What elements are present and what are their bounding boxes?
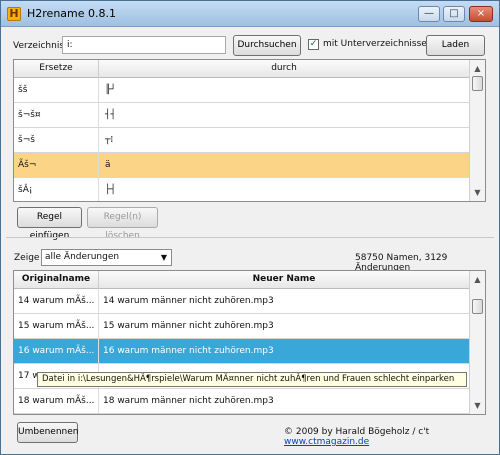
file-row-selected[interactable]: 16 warum mÃš... 16 warum männer nicht zu… <box>14 339 470 364</box>
rule-row-selected[interactable]: Ãš¬ ä <box>14 153 470 178</box>
replace-column-header: Ersetze <box>14 60 99 78</box>
scroll-down-icon[interactable]: ▼ <box>470 398 485 413</box>
application-window: H H2rename 0.8.1 — □ × Verzeichnis i: Du… <box>0 0 500 455</box>
copyright-text: © 2009 by Harald Bögeholz / c't www.ctma… <box>284 427 499 447</box>
scroll-up-icon[interactable]: ▲ <box>470 61 485 76</box>
rule-replacement-cell[interactable]: ├┤ <box>99 178 470 201</box>
rule-replacement-cell[interactable]: ┬⁞ <box>99 128 470 152</box>
subdirectories-checkbox[interactable]: ✓ <box>308 39 319 50</box>
scroll-down-icon[interactable]: ▼ <box>470 185 485 200</box>
rule-row[interactable]: šÂ¡ ├┤ <box>14 178 470 201</box>
rules-header: Ersetze durch <box>14 60 470 78</box>
file-preview-grid: Originalname Neuer Name 14 warum mÃš... … <box>13 270 486 415</box>
files-scroll-thumb[interactable] <box>472 299 483 314</box>
file-row[interactable]: 15 warum mÃš... 15 warum männer nicht zu… <box>14 314 470 339</box>
ctmagazin-link[interactable]: www.ctmagazin.de <box>284 437 369 447</box>
file-row[interactable]: 18 warum mÃš... 18 warum männer nicht zu… <box>14 389 470 414</box>
new-name-column-header: Neuer Name <box>99 271 470 289</box>
rename-button[interactable]: Umbenennen <box>17 422 79 443</box>
insert-rule-button[interactable]: Regel einfügen <box>17 207 82 241</box>
section-divider <box>6 237 494 238</box>
scroll-up-icon[interactable]: ▲ <box>470 272 485 287</box>
original-filename-cell[interactable]: 15 warum mÃš... <box>14 314 99 338</box>
original-filename-cell[interactable]: 14 warum mÃš... <box>14 289 99 313</box>
original-name-column-header: Originalname <box>14 271 99 289</box>
close-button[interactable]: × <box>469 6 493 22</box>
new-filename-cell[interactable]: 14 warum männer nicht zuhören.mp3 <box>99 289 470 313</box>
file-row[interactable]: 14 warum mÃš... 14 warum männer nicht zu… <box>14 289 470 314</box>
rule-original-cell[interactable]: šÂ¡ <box>14 178 99 201</box>
change-filter-select[interactable]: alle Änderungen ▼ <box>41 249 172 266</box>
original-filename-cell[interactable]: 18 warum mÃš... <box>14 389 99 413</box>
directory-label: Verzeichnis <box>13 41 65 51</box>
subdirectories-label: mit Unterverzeichnissen <box>323 39 433 49</box>
replacement-rules-grid: Ersetze durch šš ╟┘ š¬š¤ ┤┤ š¬š ┬⁞ Ãš¬ ä… <box>13 59 486 202</box>
rule-row[interactable]: š¬š ┬⁞ <box>14 128 470 153</box>
delete-rules-button[interactable]: Regel(n) löschen <box>87 207 158 241</box>
rule-row[interactable]: šš ╟┘ <box>14 78 470 103</box>
chevron-down-icon: ▼ <box>160 253 167 262</box>
change-filter-value: alle Änderungen <box>45 252 120 262</box>
new-filename-cell[interactable]: 18 warum männer nicht zuhören.mp3 <box>99 389 470 413</box>
with-column-header: durch <box>99 60 470 78</box>
rule-original-cell[interactable]: š¬š¤ <box>14 103 99 127</box>
rule-original-cell[interactable]: Ãš¬ <box>14 153 99 177</box>
rule-original-cell[interactable]: š¬š <box>14 128 99 152</box>
new-filename-cell[interactable]: 16 warum männer nicht zuhören.mp3 <box>99 339 470 363</box>
load-button[interactable]: Laden <box>426 35 485 56</box>
rule-original-cell[interactable]: šš <box>14 78 99 102</box>
rules-scroll-thumb[interactable] <box>472 76 483 91</box>
files-scrollbar[interactable]: ▲ ▼ <box>469 271 485 414</box>
original-filename-cell[interactable]: 16 warum mÃš... <box>14 339 99 363</box>
new-filename-cell[interactable]: 15 warum männer nicht zuhören.mp3 <box>99 314 470 338</box>
maximize-button[interactable]: □ <box>443 6 465 22</box>
rules-scrollbar[interactable]: ▲ ▼ <box>469 60 485 201</box>
minimize-button[interactable]: — <box>418 6 440 22</box>
directory-input[interactable]: i: <box>62 36 226 54</box>
rule-replacement-cell[interactable]: ╟┘ <box>99 78 470 102</box>
app-icon: H <box>7 7 21 21</box>
filter-label: Zeige <box>14 253 40 263</box>
title-bar: H H2rename 0.8.1 — □ × <box>1 1 499 27</box>
rule-replacement-cell[interactable]: ä <box>99 153 470 177</box>
browse-button[interactable]: Durchsuchen ... <box>233 35 301 69</box>
files-header: Originalname Neuer Name <box>14 271 470 289</box>
file-path-tooltip: Datei in i:\Lesungen&HÃ¶rspiele\Warum MÃ… <box>37 372 467 387</box>
rule-replacement-cell[interactable]: ┤┤ <box>99 103 470 127</box>
copyright-label: © 2009 by Harald Bögeholz / c't <box>284 427 430 437</box>
window-title: H2rename 0.8.1 <box>27 7 116 20</box>
rule-row[interactable]: š¬š¤ ┤┤ <box>14 103 470 128</box>
